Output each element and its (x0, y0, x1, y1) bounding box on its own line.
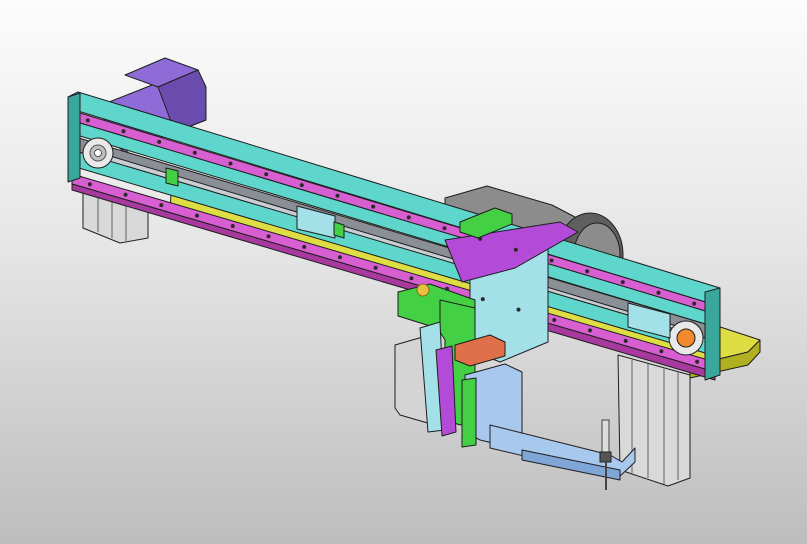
green-tab-right (333, 221, 345, 239)
vacuum-nozzle-assembly[interactable] (599, 419, 612, 490)
cad-viewport[interactable] (0, 0, 807, 544)
screw-hole-icon (302, 244, 307, 249)
rail-left-end-plate (67, 92, 81, 183)
screw-hole-icon (157, 139, 162, 144)
screw-hole-icon (264, 172, 269, 177)
screw-hole-icon (85, 118, 90, 123)
green-plate-vertical (461, 377, 477, 448)
left-pulley[interactable] (82, 137, 114, 169)
green-tab-left (165, 167, 179, 187)
screw-hole-icon (516, 307, 521, 312)
screw-hole-icon (409, 276, 414, 281)
rail-face-upper (69, 119, 713, 327)
screw-hole-icon (620, 280, 625, 285)
screw-hole-icon (195, 213, 199, 218)
screw-hole-icon (371, 204, 376, 209)
linear-conveyor-module-3d-model[interactable] (0, 0, 807, 544)
main-rail-beam[interactable] (67, 91, 721, 381)
screw-hole-icon (373, 265, 378, 270)
screw-hole-icon (123, 192, 128, 197)
screw-hole-icon (478, 236, 483, 241)
screw-hole-icon (335, 193, 340, 198)
screw-hole-icon (695, 359, 700, 364)
screw-hole-icon (513, 247, 518, 252)
vacuum-nozzle-icon (601, 419, 610, 453)
rail-right-end-plate (704, 287, 721, 381)
screw-hole-icon (230, 224, 235, 228)
screw-hole-icon (659, 349, 664, 354)
screw-hole-icon (445, 286, 450, 291)
screw-hole-icon (87, 182, 92, 187)
screw-hole-icon (192, 150, 197, 155)
screw-hole-icon (442, 226, 447, 231)
screw-hole-icon (406, 215, 411, 220)
right-pulley[interactable] (668, 320, 704, 356)
screw-hole-icon (552, 318, 557, 322)
screw-hole-icon (266, 234, 271, 239)
screw-hole-icon (692, 301, 697, 306)
screw-hole-icon (337, 255, 342, 260)
screw-hole-icon (480, 297, 485, 302)
screw-hole-icon (549, 258, 554, 263)
screw-hole-icon (585, 269, 590, 274)
screw-hole-icon (588, 328, 592, 333)
screw-hole-icon (121, 129, 126, 134)
screw-hole-icon (656, 290, 661, 295)
brass-fitting (416, 283, 430, 297)
screw-hole-icon (623, 338, 628, 343)
screw-hole-icon (159, 203, 164, 208)
screw-hole-icon (228, 161, 233, 166)
screw-hole-icon (299, 183, 304, 188)
